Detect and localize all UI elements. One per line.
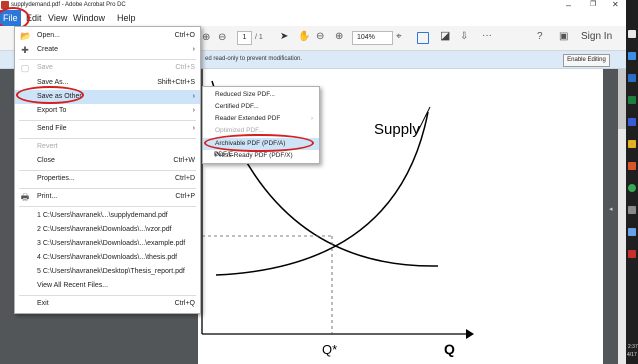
create-icon: ✚ [21,45,29,55]
menu-separator [19,120,196,121]
page-total: / 1 [255,34,263,41]
taskbar-app-icon-1[interactable] [628,30,636,38]
vertical-scrollbar[interactable] [618,69,626,364]
menu-help[interactable]: Help [117,10,136,26]
protected-view-message: ed read-only to prevent modification. [205,56,303,62]
page-down-icon[interactable]: ⊖ [218,32,226,44]
notifications-icon[interactable]: ▣ [559,31,568,43]
clock-date: 4/17 [627,352,637,358]
taskbar-app-icon-10[interactable] [628,228,636,236]
menu-item-export-to[interactable]: Export To › [15,104,200,118]
open-folder-icon: 📂 [20,31,32,41]
save-icon: ▢ [20,63,30,73]
taskbar-app-icon-2[interactable] [628,52,636,60]
os-taskbar: 2:37 4/17 [626,0,638,364]
enable-editing-button[interactable]: Enable Editing [563,54,610,67]
scrollbar-thumb[interactable] [618,69,626,129]
taskbar-app-icon-6[interactable] [628,140,636,148]
view-all-recent-files[interactable]: View All Recent Files... [15,279,200,293]
menubar: File Edit View Window Help [0,10,626,26]
highlight-icon[interactable]: ⇩ [460,31,468,43]
menu-item-exit[interactable]: Exit Ctrl+Q [15,297,200,311]
file-menu: 📂 Open... Ctrl+O ✚ Create › ▢ Save Ctrl+… [14,26,201,314]
menu-separator [19,59,196,60]
window-titlebar: supplydemand.pdf - Adobe Acrobat Pro DC … [0,0,626,10]
menu-separator [19,206,196,207]
menu-item-revert[interactable]: Revert [15,140,200,154]
menu-item-save[interactable]: ▢ Save Ctrl+S [15,61,200,75]
recent-file-3[interactable]: 3 C:\Users\havranek\Downloads\...\exampl… [15,237,200,251]
menu-item-properties[interactable]: Properties... Ctrl+D [15,172,200,186]
supply-label: Supply [374,121,420,138]
minimize-button[interactable]: – [566,0,571,10]
recent-file-5[interactable]: 5 C:\Users\havranek\Desktop\Thesis_repor… [15,265,200,279]
q-star-label: Q* [322,342,338,357]
annotation-circle-archivable-pdf [204,134,314,152]
submenu-certified-pdf[interactable]: Certified PDF... [203,101,319,113]
close-button[interactable]: ✕ [612,0,619,10]
comment-icon[interactable]: ◪ [440,30,450,42]
recent-file-1[interactable]: 1 C:\Users\havranek\...\supplydemand.pdf [15,209,200,223]
annotation-circle-save-as-other [16,86,84,104]
menu-item-print[interactable]: 🖶 Print... Ctrl+P [15,190,200,204]
x-axis-arrow [466,329,474,339]
sign-in-link[interactable]: Sign In [581,31,612,43]
recent-file-2[interactable]: 2 C:\Users\havranek\Downloads\...\vzor.p… [15,223,200,237]
zoom-in-icon[interactable]: ⊕ [335,31,343,43]
taskbar-app-icon-3[interactable] [628,74,636,82]
taskbar-app-icon-8[interactable] [628,184,636,192]
restore-button[interactable]: ❐ [590,0,596,10]
scroll-mode-icon[interactable] [417,32,429,44]
recent-file-4[interactable]: 4 C:\Users\havranek\Downloads\...\thesis… [15,251,200,265]
help-icon[interactable]: ? [537,31,543,43]
menu-separator [19,138,196,139]
select-tool-icon[interactable]: ➤ [280,31,288,43]
taskbar-app-icon-11[interactable] [628,250,636,258]
window-title: supplydemand.pdf - Adobe Acrobat Pro DC [11,2,126,8]
chevron-right-icon: › [311,116,313,122]
menu-separator [19,295,196,296]
submenu-reader-extended-pdf[interactable]: Reader Extended PDF › [203,113,319,125]
collapse-panel-icon[interactable]: ◂ [609,205,613,213]
hand-tool-icon[interactable]: ✋ [298,31,310,43]
menu-item-create[interactable]: ✚ Create › [15,43,200,57]
menu-view[interactable]: View [48,10,67,26]
page-up-icon[interactable]: ⊕ [202,32,210,44]
page-number-input[interactable]: 1 [237,31,252,45]
taskbar-app-icon-7[interactable] [628,162,636,170]
clock-time: 2:37 [628,344,638,350]
menu-separator [19,170,196,171]
menu-window[interactable]: Window [73,10,105,26]
print-icon: 🖶 [20,192,30,202]
menu-separator [19,188,196,189]
taskbar-app-icon-4[interactable] [628,96,636,104]
submenu-reduced-size-pdf[interactable]: Reduced Size PDF... [203,89,319,101]
zoom-out-icon[interactable]: ⊖ [316,31,324,43]
menu-item-open[interactable]: 📂 Open... Ctrl+O [15,29,200,43]
menu-item-send-file[interactable]: Send File › [15,122,200,136]
more-tools-icon[interactable]: ··· [482,30,492,42]
zoom-level-select[interactable]: 104% [352,31,393,45]
taskbar-app-icon-5[interactable] [628,118,636,126]
fit-page-icon[interactable]: ⌖ [396,31,402,43]
menu-item-close[interactable]: Close Ctrl+W [15,154,200,168]
q-axis-label: Q [444,341,455,357]
taskbar-app-icon-9[interactable] [628,206,636,214]
